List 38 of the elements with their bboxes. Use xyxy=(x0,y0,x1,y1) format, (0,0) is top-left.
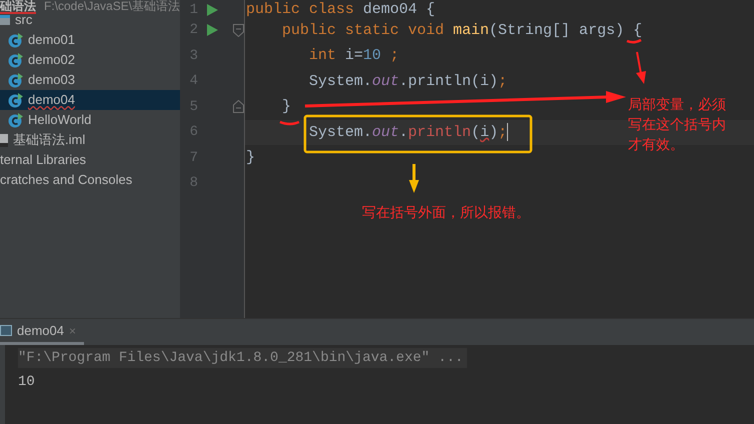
fold-icon[interactable] xyxy=(233,100,244,114)
pointer-arrow xyxy=(636,52,646,84)
class-icon xyxy=(8,92,23,108)
code-line: int i=10 ; xyxy=(309,47,400,64)
console-output: 10 xyxy=(18,373,35,392)
run-icon[interactable] xyxy=(207,4,218,16)
code-line: } xyxy=(246,149,256,166)
code-line: System.out.println(i); xyxy=(309,72,508,90)
console-icon xyxy=(0,325,12,336)
code-line: public static void main(String[] args) { xyxy=(282,22,642,39)
tree-item[interactable]: 基础语法.iml xyxy=(0,130,180,150)
tree-item[interactable]: demo01 xyxy=(0,30,180,50)
annotation-note: 写在括号外面，所以报错。 xyxy=(362,203,530,222)
brace-underline xyxy=(626,38,642,44)
class-icon xyxy=(8,52,23,68)
code-line: System.out.println(i); xyxy=(309,124,508,141)
tree-item[interactable]: demo04 xyxy=(0,90,180,110)
project-path: F:\code\JavaSE\基础语法 xyxy=(44,0,180,12)
run-icon[interactable] xyxy=(207,24,218,36)
annotation-note: 局部变量，必须写在这个括号内才有效。 xyxy=(628,95,727,154)
pointer-arrow xyxy=(409,164,419,193)
class-icon xyxy=(8,72,23,88)
brace-underline xyxy=(280,120,300,126)
fold-icon[interactable] xyxy=(233,24,244,37)
code-line: public class demo04 { xyxy=(246,0,436,18)
class-icon xyxy=(8,32,23,48)
run-tab[interactable]: demo04 × xyxy=(0,319,84,345)
text-cursor xyxy=(507,123,508,142)
tree-item[interactable]: demo02 xyxy=(0,50,180,70)
folder-icon xyxy=(0,14,10,26)
console-command: "F:\Program Files\Java\jdk1.8.0_281\bin\java.exe" ... xyxy=(18,348,468,368)
tree-item[interactable]: ternal Libraries xyxy=(0,150,180,170)
tree-item[interactable]: HelloWorld xyxy=(0,110,180,130)
tree-item[interactable]: cratches and Consoles xyxy=(0,170,180,190)
code-line: } xyxy=(282,98,292,116)
class-icon xyxy=(8,112,23,128)
tree-item[interactable]: demo03 xyxy=(0,70,180,90)
file-icon xyxy=(0,134,8,146)
